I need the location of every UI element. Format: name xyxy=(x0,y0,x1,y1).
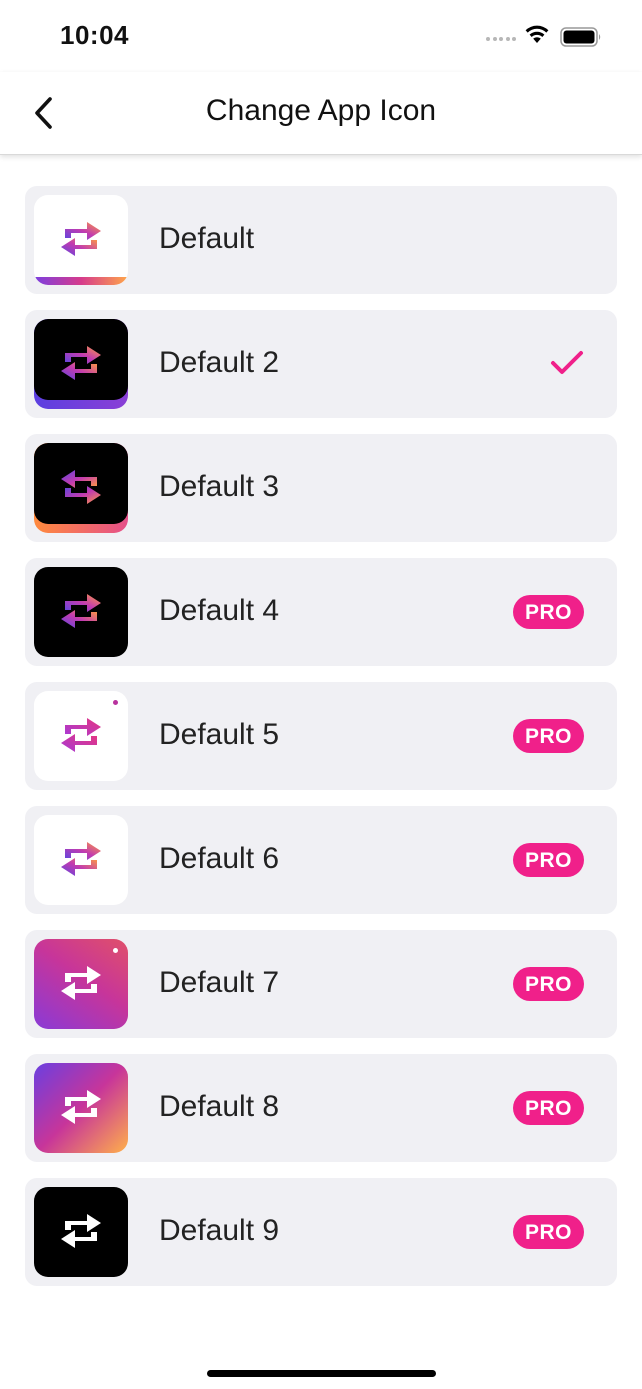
repeat-arrows-icon xyxy=(57,216,105,262)
repeat-arrows-icon xyxy=(57,340,105,386)
dot-icon xyxy=(113,948,118,953)
icon-option-label: Default 6 xyxy=(159,842,280,875)
icon-option-label: Default 2 xyxy=(159,346,280,379)
cellular-signal-icon xyxy=(486,37,519,41)
app-icon-preview xyxy=(34,567,128,657)
repeat-arrows-icon xyxy=(57,960,105,1006)
dot-icon xyxy=(113,700,118,705)
app-icon-preview xyxy=(34,691,128,781)
repeat-arrows-icon xyxy=(57,588,105,634)
pro-badge: PRO xyxy=(513,843,584,877)
icon-option-label: Default 5 xyxy=(159,718,280,751)
app-icon-preview xyxy=(34,1187,128,1277)
icon-option-label: Default 8 xyxy=(159,1090,280,1123)
battery-icon xyxy=(560,27,601,47)
wifi-icon xyxy=(525,25,549,43)
navigation-bar: Change App Icon xyxy=(0,72,642,155)
icon-option-default-6[interactable]: Default 6 PRO xyxy=(25,806,617,914)
pro-badge: PRO xyxy=(513,719,584,753)
app-icon-preview xyxy=(34,1063,128,1153)
icon-option-default-4[interactable]: Default 4 PRO xyxy=(25,558,617,666)
app-icon-preview xyxy=(34,319,128,409)
icon-option-label: Default 9 xyxy=(159,1214,280,1247)
app-icon-preview xyxy=(34,815,128,905)
repeat-arrows-icon xyxy=(57,1084,105,1130)
app-icon-preview xyxy=(34,443,128,533)
pro-badge: PRO xyxy=(513,1091,584,1125)
icon-option-default-2[interactable]: Default 2 xyxy=(25,310,617,418)
pro-badge: PRO xyxy=(513,1215,584,1249)
status-bar: 10:04 xyxy=(0,0,642,72)
icon-option-label: Default 4 xyxy=(159,594,280,627)
icon-option-default-3[interactable]: Default 3 xyxy=(25,434,617,542)
icon-option-label: Default 7 xyxy=(159,966,280,999)
checkmark-icon xyxy=(551,351,583,374)
pro-badge: PRO xyxy=(513,595,584,629)
repeat-arrows-icon xyxy=(57,464,105,510)
app-icon-preview xyxy=(34,939,128,1029)
icon-option-default[interactable]: Default xyxy=(25,186,617,294)
home-indicator[interactable] xyxy=(207,1370,436,1377)
app-icon-list: Default Default 2 Default 3 Default 4 PR… xyxy=(25,186,617,1302)
repeat-arrows-icon xyxy=(57,836,105,882)
repeat-arrows-icon xyxy=(57,1208,105,1254)
status-time: 10:04 xyxy=(60,20,129,50)
repeat-arrows-icon xyxy=(57,712,105,758)
icon-option-default-8[interactable]: Default 8 PRO xyxy=(25,1054,617,1162)
page-title: Change App Icon xyxy=(205,94,437,127)
icon-option-default-7[interactable]: Default 7 PRO xyxy=(25,930,617,1038)
icon-option-default-9[interactable]: Default 9 PRO xyxy=(25,1178,617,1286)
icon-option-label: Default 3 xyxy=(159,470,280,503)
icon-option-label: Default xyxy=(159,222,255,255)
icon-option-default-5[interactable]: Default 5 PRO xyxy=(25,682,617,790)
app-icon-preview xyxy=(34,195,128,285)
pro-badge: PRO xyxy=(513,967,584,1001)
